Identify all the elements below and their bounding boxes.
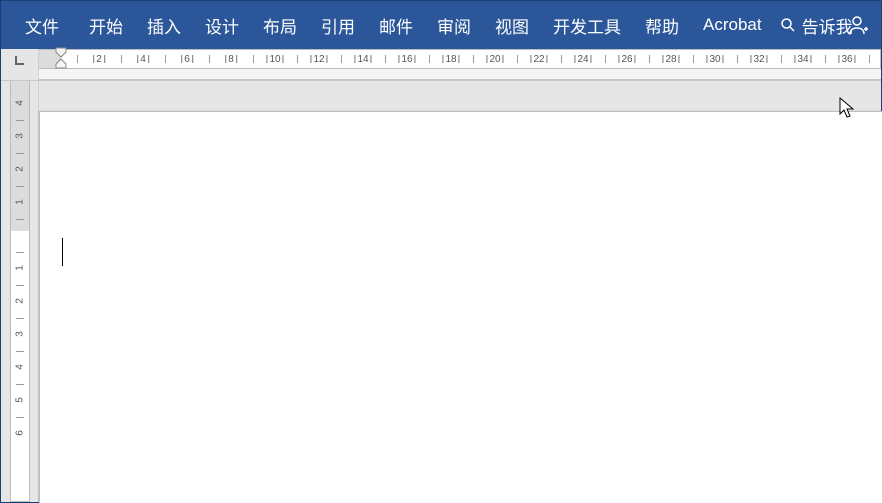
v-ruler-minor-tick: [16, 252, 24, 253]
h-ruler-minor-tick: [517, 55, 518, 63]
ribbon-tab-strip: 文件 开始 插入 设计 布局 引用 邮件 审阅 视图 开发工具 帮助 Acrob…: [1, 1, 881, 49]
h-ruler-tick: 14: [354, 49, 371, 69]
v-ruler-tick: 2: [15, 291, 26, 311]
v-ruler-tick: 2: [15, 159, 26, 179]
h-ruler-minor-tick: [297, 55, 298, 63]
indent-markers[interactable]: [55, 47, 67, 71]
share-account-button[interactable]: [839, 1, 877, 49]
horizontal-ruler-row: 24681012141618202224262830323436: [1, 49, 881, 81]
h-ruler-minor-tick: [209, 55, 210, 63]
tab-references[interactable]: 引用: [309, 1, 367, 49]
h-ruler-tick: 22: [530, 49, 547, 69]
h-ruler-minor-tick: [605, 55, 606, 63]
h-ruler-tick: 2: [93, 49, 105, 69]
tab-acrobat[interactable]: Acrobat: [691, 1, 774, 49]
document-area[interactable]: [39, 81, 881, 502]
h-ruler-minor-tick: [385, 55, 386, 63]
h-ruler-minor-tick: [341, 55, 342, 63]
tab-insert[interactable]: 插入: [135, 1, 193, 49]
tab-stop-icon: [13, 53, 27, 67]
tab-view[interactable]: 视图: [483, 1, 541, 49]
text-caret: [62, 238, 63, 266]
h-ruler-minor-tick: [253, 55, 254, 63]
tab-home[interactable]: 开始: [77, 1, 135, 49]
search-icon: [780, 17, 796, 33]
tab-layout[interactable]: 布局: [251, 1, 309, 49]
h-ruler-tick: 8: [225, 49, 237, 69]
h-ruler-tick: 36: [838, 49, 855, 69]
h-ruler-tick: 10: [266, 49, 283, 69]
h-ruler-tick: 12: [310, 49, 327, 69]
person-add-icon: [847, 14, 869, 36]
h-ruler-tick: 24: [574, 49, 591, 69]
v-ruler-tick: 3: [15, 324, 26, 344]
h-ruler-tick: 6: [181, 49, 193, 69]
v-ruler-minor-tick: [16, 153, 24, 154]
v-ruler-minor-tick: [16, 186, 24, 187]
h-ruler-tick: 30: [706, 49, 723, 69]
h-ruler-tick: 28: [662, 49, 679, 69]
h-ruler-minor-tick: [561, 55, 562, 63]
h-ruler-minor-tick: [781, 55, 782, 63]
h-ruler-minor-tick: [429, 55, 430, 63]
h-ruler-tick: 34: [794, 49, 811, 69]
v-ruler-minor-tick: [16, 285, 24, 286]
h-ruler-minor-tick: [77, 55, 78, 63]
v-ruler-tick: 4: [15, 93, 26, 113]
v-ruler-minor-tick: [16, 219, 24, 220]
h-ruler-tick: 18: [442, 49, 459, 69]
h-ruler-tick: 32: [750, 49, 767, 69]
h-ruler-minor-tick: [121, 55, 122, 63]
workspace: 4 3 2 1 1 2 3 4 5 6: [1, 81, 881, 502]
vertical-ruler[interactable]: 4 3 2 1 1 2 3 4 5 6: [1, 81, 39, 502]
h-ruler-minor-tick: [473, 55, 474, 63]
document-page[interactable]: [39, 111, 882, 503]
v-ruler-tick: 6: [15, 423, 26, 443]
tab-help[interactable]: 帮助: [633, 1, 691, 49]
tab-design[interactable]: 设计: [193, 1, 251, 49]
v-ruler-tick: 4: [15, 357, 26, 377]
tab-review[interactable]: 审阅: [425, 1, 483, 49]
tab-developer[interactable]: 开发工具: [541, 1, 633, 49]
v-ruler-minor-tick: [16, 351, 24, 352]
tab-selector[interactable]: [1, 49, 39, 80]
horizontal-ruler[interactable]: 24681012141618202224262830323436: [39, 49, 881, 80]
v-ruler-minor-tick: [16, 384, 24, 385]
v-ruler-minor-tick: [16, 120, 24, 121]
h-ruler-minor-tick: [737, 55, 738, 63]
v-ruler-tick: 1: [15, 258, 26, 278]
tab-mailings[interactable]: 邮件: [367, 1, 425, 49]
v-ruler-tick: 3: [15, 126, 26, 146]
h-ruler-tick: 4: [137, 49, 149, 69]
v-ruler-minor-tick: [16, 318, 24, 319]
v-ruler-tick: 1: [15, 192, 26, 212]
h-ruler-minor-tick: [825, 55, 826, 63]
v-ruler-minor-tick: [16, 417, 24, 418]
h-ruler-minor-tick: [165, 55, 166, 63]
file-tab[interactable]: 文件: [7, 1, 77, 49]
h-ruler-tick: 20: [486, 49, 503, 69]
h-ruler-minor-tick: [869, 55, 870, 63]
h-ruler-minor-tick: [649, 55, 650, 63]
h-ruler-tick: 26: [618, 49, 635, 69]
h-ruler-minor-tick: [693, 55, 694, 63]
h-ruler-tick: 16: [398, 49, 415, 69]
v-ruler-tick: 5: [15, 390, 26, 410]
